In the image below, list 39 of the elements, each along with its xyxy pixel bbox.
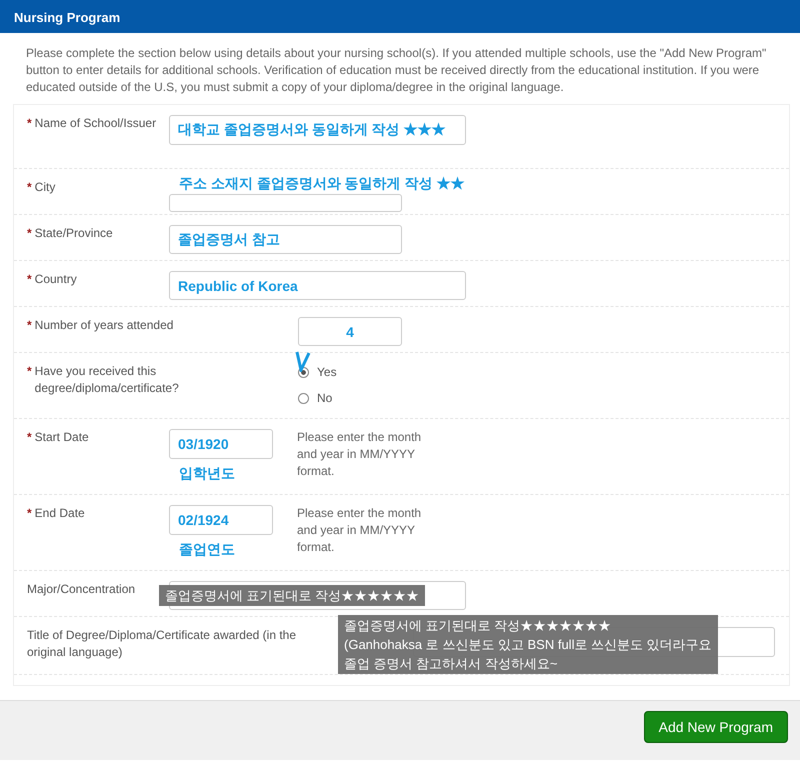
text-field[interactable]: Republic of Korea (169, 271, 466, 300)
section-title: Nursing Program (0, 0, 800, 33)
required-marker: * (27, 429, 32, 446)
intro-paragraph: Please complete the section below using details about your nursing school(s). If you attended multiple schools, use the "Add New Program" button to enter details for additional schools. Verification of education must be received directly from the educational institution. If you were educated outside of the U.S, you must submit a copy of your diploma/degree in the original language. (25, 45, 768, 96)
field-label: Country (34, 271, 77, 288)
annotation-text: 졸업연도 (179, 540, 236, 559)
field-label: City (34, 179, 56, 196)
field-label: Have you received this degree/diploma/certificate? (34, 363, 180, 397)
required-marker: * (27, 317, 32, 334)
format-hint: Please enter the month and year in MM/YYYY format. (297, 429, 422, 480)
required-marker: * (27, 179, 32, 196)
radio-button[interactable] (298, 392, 309, 404)
annotation-text: 입학년도 (179, 464, 236, 483)
field-label: Number of years attended (34, 317, 174, 334)
note-overlay: 졸업증명서에 표기된대로 작성★★★★★★ (159, 585, 426, 606)
field-label: Start Date (34, 429, 89, 446)
annotation-text: 주소 소재지 졸업증명서와 동일하게 작성 ★★ (179, 174, 464, 193)
text-field[interactable]: 졸업증명서 참고 (169, 225, 402, 254)
radio-label: No (317, 390, 332, 407)
field-label: Title of Degree/Diploma/Certificate awarded (in the original language) (27, 627, 298, 661)
field-label: Name of School/Issuer (34, 115, 156, 132)
date-field[interactable]: 02/1924 (169, 505, 273, 535)
required-marker: * (27, 115, 32, 132)
field-label: State/Province (34, 225, 113, 242)
required-marker: * (27, 225, 32, 242)
note-overlay: 졸업증명서에 표기된대로 작성★★★★★★★ (Ganhohaksa 로 쓰신분도 있고 BSN full로 쓰신분도 있더라구요 졸업 증명서 참고하셔서 작성하세요~ (338, 615, 718, 674)
text-field[interactable]: 대학교 졸업증명서와 동일하게 작성 ★★★ (169, 115, 466, 145)
field-label: Major/Concentration (27, 581, 136, 598)
date-field[interactable]: 03/1920 (169, 429, 273, 459)
text-field[interactable] (169, 194, 402, 212)
format-hint: Please enter the month and year in MM/YYYY format. (297, 505, 422, 556)
radio-label: Yes (317, 364, 337, 381)
text-field[interactable]: 4 (298, 317, 402, 346)
check-mark-icon (295, 350, 311, 372)
add-new-program-button[interactable]: Add New Program (644, 711, 788, 743)
required-marker: * (27, 271, 32, 288)
required-marker: * (27, 363, 32, 380)
required-marker: * (27, 505, 32, 522)
field-label: End Date (34, 505, 85, 522)
